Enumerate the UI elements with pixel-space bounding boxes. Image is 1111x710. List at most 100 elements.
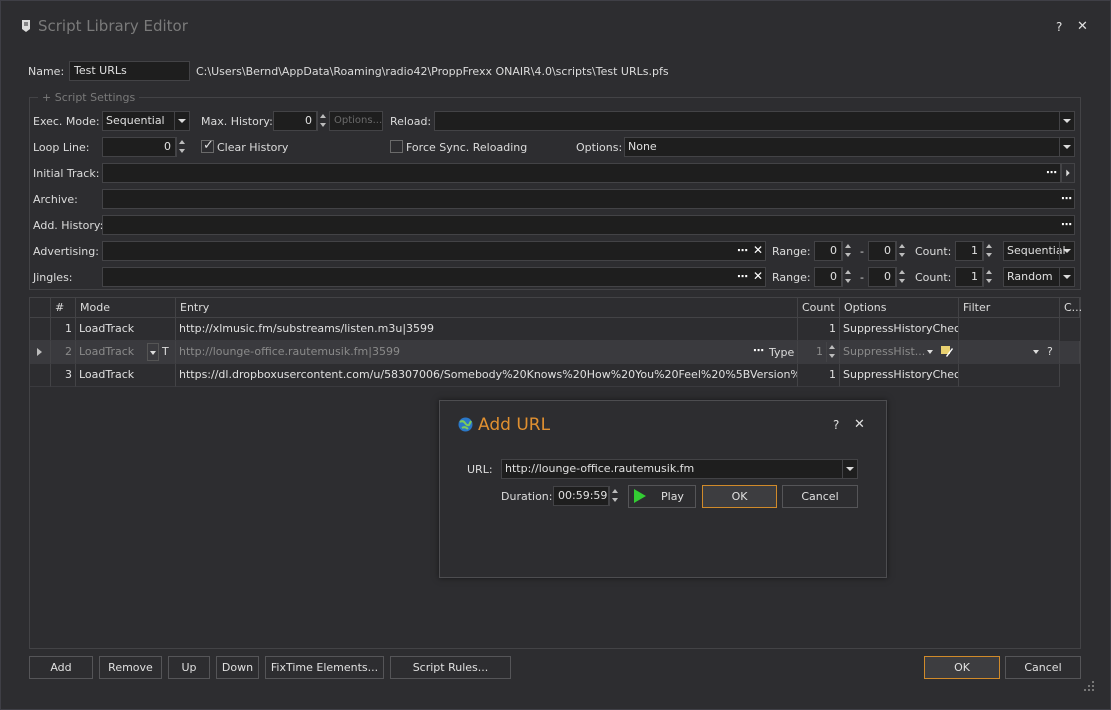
- browse-icon[interactable]: ⋯: [1061, 192, 1072, 205]
- row-mode[interactable]: LoadTrack: [76, 341, 176, 364]
- max-history-input[interactable]: 0: [273, 111, 317, 131]
- duration-spinner[interactable]: [609, 486, 621, 506]
- advertising-label: Advertising:: [33, 245, 99, 258]
- duration-input[interactable]: 00:59:59: [553, 486, 609, 506]
- dialog-close-button[interactable]: ✕: [854, 417, 865, 432]
- remove-button[interactable]: Remove: [99, 656, 162, 679]
- browse-icon[interactable]: ⋯: [1046, 166, 1057, 179]
- script-rules-button[interactable]: Script Rules...: [390, 656, 511, 679]
- type-button[interactable]: Type: [769, 346, 794, 359]
- column-header-entry[interactable]: Entry: [176, 298, 798, 318]
- add-button[interactable]: Add: [29, 656, 93, 679]
- script-settings-title[interactable]: + Script Settings: [38, 91, 140, 104]
- count-spinner[interactable]: [983, 241, 995, 261]
- options-dropdown-button[interactable]: [925, 343, 937, 361]
- clear-icon[interactable]: ✕: [753, 269, 763, 283]
- filter-dropdown-button[interactable]: [1031, 343, 1043, 361]
- column-header-options[interactable]: Options: [840, 298, 959, 318]
- advertising-input[interactable]: [102, 241, 766, 261]
- row-count[interactable]: 1: [798, 318, 840, 341]
- jingles-count[interactable]: 1: [955, 267, 983, 287]
- column-header-filter[interactable]: Filter: [959, 298, 1060, 318]
- row-mode[interactable]: LoadTrack: [76, 318, 176, 341]
- range-dash: -: [860, 271, 864, 284]
- browse-icon[interactable]: ⋯: [753, 344, 764, 357]
- options-dropdown[interactable]: None: [624, 137, 1075, 157]
- dialog-ok-button[interactable]: OK: [702, 485, 777, 508]
- row-selector[interactable]: [30, 318, 51, 341]
- jingles-mode-dropdown[interactable]: Random: [1003, 267, 1075, 287]
- row-entry[interactable]: http://xlmusic.fm/substreams/listen.m3u|…: [176, 318, 798, 341]
- range-from-spinner[interactable]: [842, 267, 854, 287]
- url-combobox[interactable]: http://lounge-office.rautemusik.fm: [501, 459, 858, 479]
- cancel-button[interactable]: Cancel: [1005, 656, 1081, 679]
- resize-grip-icon[interactable]: [1084, 681, 1094, 691]
- column-header-c[interactable]: C...: [1060, 298, 1082, 318]
- name-label: Name:: [28, 65, 65, 78]
- help-button[interactable]: ?: [1056, 20, 1062, 34]
- clear-history-checkbox[interactable]: [201, 138, 214, 153]
- jingles-range-from[interactable]: 0: [814, 267, 842, 287]
- exec-mode-dropdown[interactable]: Sequential: [102, 111, 190, 131]
- play-button[interactable]: Play: [628, 485, 696, 508]
- name-input[interactable]: Test URLs: [69, 61, 190, 81]
- loop-line-input[interactable]: 0: [102, 137, 176, 157]
- force-sync-checkbox[interactable]: [390, 140, 403, 153]
- row-selector[interactable]: [30, 364, 51, 387]
- row-filter[interactable]: [959, 318, 1060, 341]
- fixtime-elements-button[interactable]: FixTime Elements...: [265, 656, 384, 679]
- browse-icon[interactable]: ⋯: [737, 244, 748, 257]
- count-spinner[interactable]: [983, 267, 995, 287]
- column-header-count[interactable]: Count: [798, 298, 840, 318]
- reload-label: Reload:: [390, 115, 432, 128]
- jingles-input[interactable]: [102, 267, 766, 287]
- close-button[interactable]: ✕: [1077, 19, 1088, 34]
- row-entry[interactable]: http://lounge-office.rautemusik.fm|3599: [176, 341, 798, 364]
- dialog-help-button[interactable]: ?: [833, 418, 839, 432]
- row-mode[interactable]: LoadTrack: [76, 364, 176, 387]
- column-header-number[interactable]: #: [51, 298, 76, 318]
- browse-icon[interactable]: ⋯: [1061, 218, 1072, 231]
- range-label: Range:: [772, 271, 811, 284]
- row-selector-header: [30, 298, 51, 318]
- add-history-input[interactable]: [102, 215, 1075, 235]
- row-selector-current[interactable]: [30, 341, 51, 364]
- row-entry[interactable]: https://dl.dropboxusercontent.com/u/5830…: [176, 364, 798, 387]
- browse-icon[interactable]: ⋯: [737, 270, 748, 283]
- exec-mode-value: Sequential: [106, 114, 165, 127]
- row-options[interactable]: SuppressHistoryCheck: [840, 364, 959, 387]
- down-button[interactable]: Down: [216, 656, 259, 679]
- range-from-spinner[interactable]: [842, 241, 854, 261]
- archive-input[interactable]: [102, 189, 1075, 209]
- jingles-label: Jingles:: [33, 271, 73, 284]
- mode-dropdown-button[interactable]: [147, 343, 159, 361]
- mode-t-button[interactable]: T: [162, 345, 169, 358]
- clear-icon[interactable]: ✕: [753, 243, 763, 257]
- up-button[interactable]: Up: [168, 656, 210, 679]
- edit-options-icon[interactable]: [940, 344, 954, 358]
- initial-track-input[interactable]: [102, 163, 1061, 183]
- advertising-range-from[interactable]: 0: [814, 241, 842, 261]
- options-button-disabled: Options...: [329, 111, 383, 131]
- advertising-mode-dropdown[interactable]: Sequential: [1003, 241, 1075, 261]
- column-header-mode[interactable]: Mode: [76, 298, 176, 318]
- row-filter[interactable]: [959, 341, 1060, 364]
- loop-line-spinner[interactable]: [176, 137, 188, 157]
- filter-help-button[interactable]: ?: [1047, 345, 1053, 358]
- range-to-spinner[interactable]: [896, 241, 908, 261]
- ok-button[interactable]: OK: [924, 656, 1000, 679]
- row-c[interactable]: [1060, 341, 1080, 364]
- jingles-range-to[interactable]: 0: [868, 267, 896, 287]
- play-arrow-icon[interactable]: [1061, 163, 1075, 183]
- row-options[interactable]: SuppressHistoryCheck: [840, 318, 959, 341]
- max-history-spinner[interactable]: [317, 111, 329, 131]
- row-filter[interactable]: [959, 364, 1060, 387]
- dialog-cancel-button[interactable]: Cancel: [782, 485, 858, 508]
- count-spinner[interactable]: [826, 342, 838, 362]
- row-count[interactable]: 1: [798, 364, 840, 387]
- chevron-down-icon: [927, 350, 933, 354]
- advertising-count[interactable]: 1: [955, 241, 983, 261]
- advertising-range-to[interactable]: 0: [868, 241, 896, 261]
- reload-dropdown[interactable]: [434, 111, 1075, 131]
- range-to-spinner[interactable]: [896, 267, 908, 287]
